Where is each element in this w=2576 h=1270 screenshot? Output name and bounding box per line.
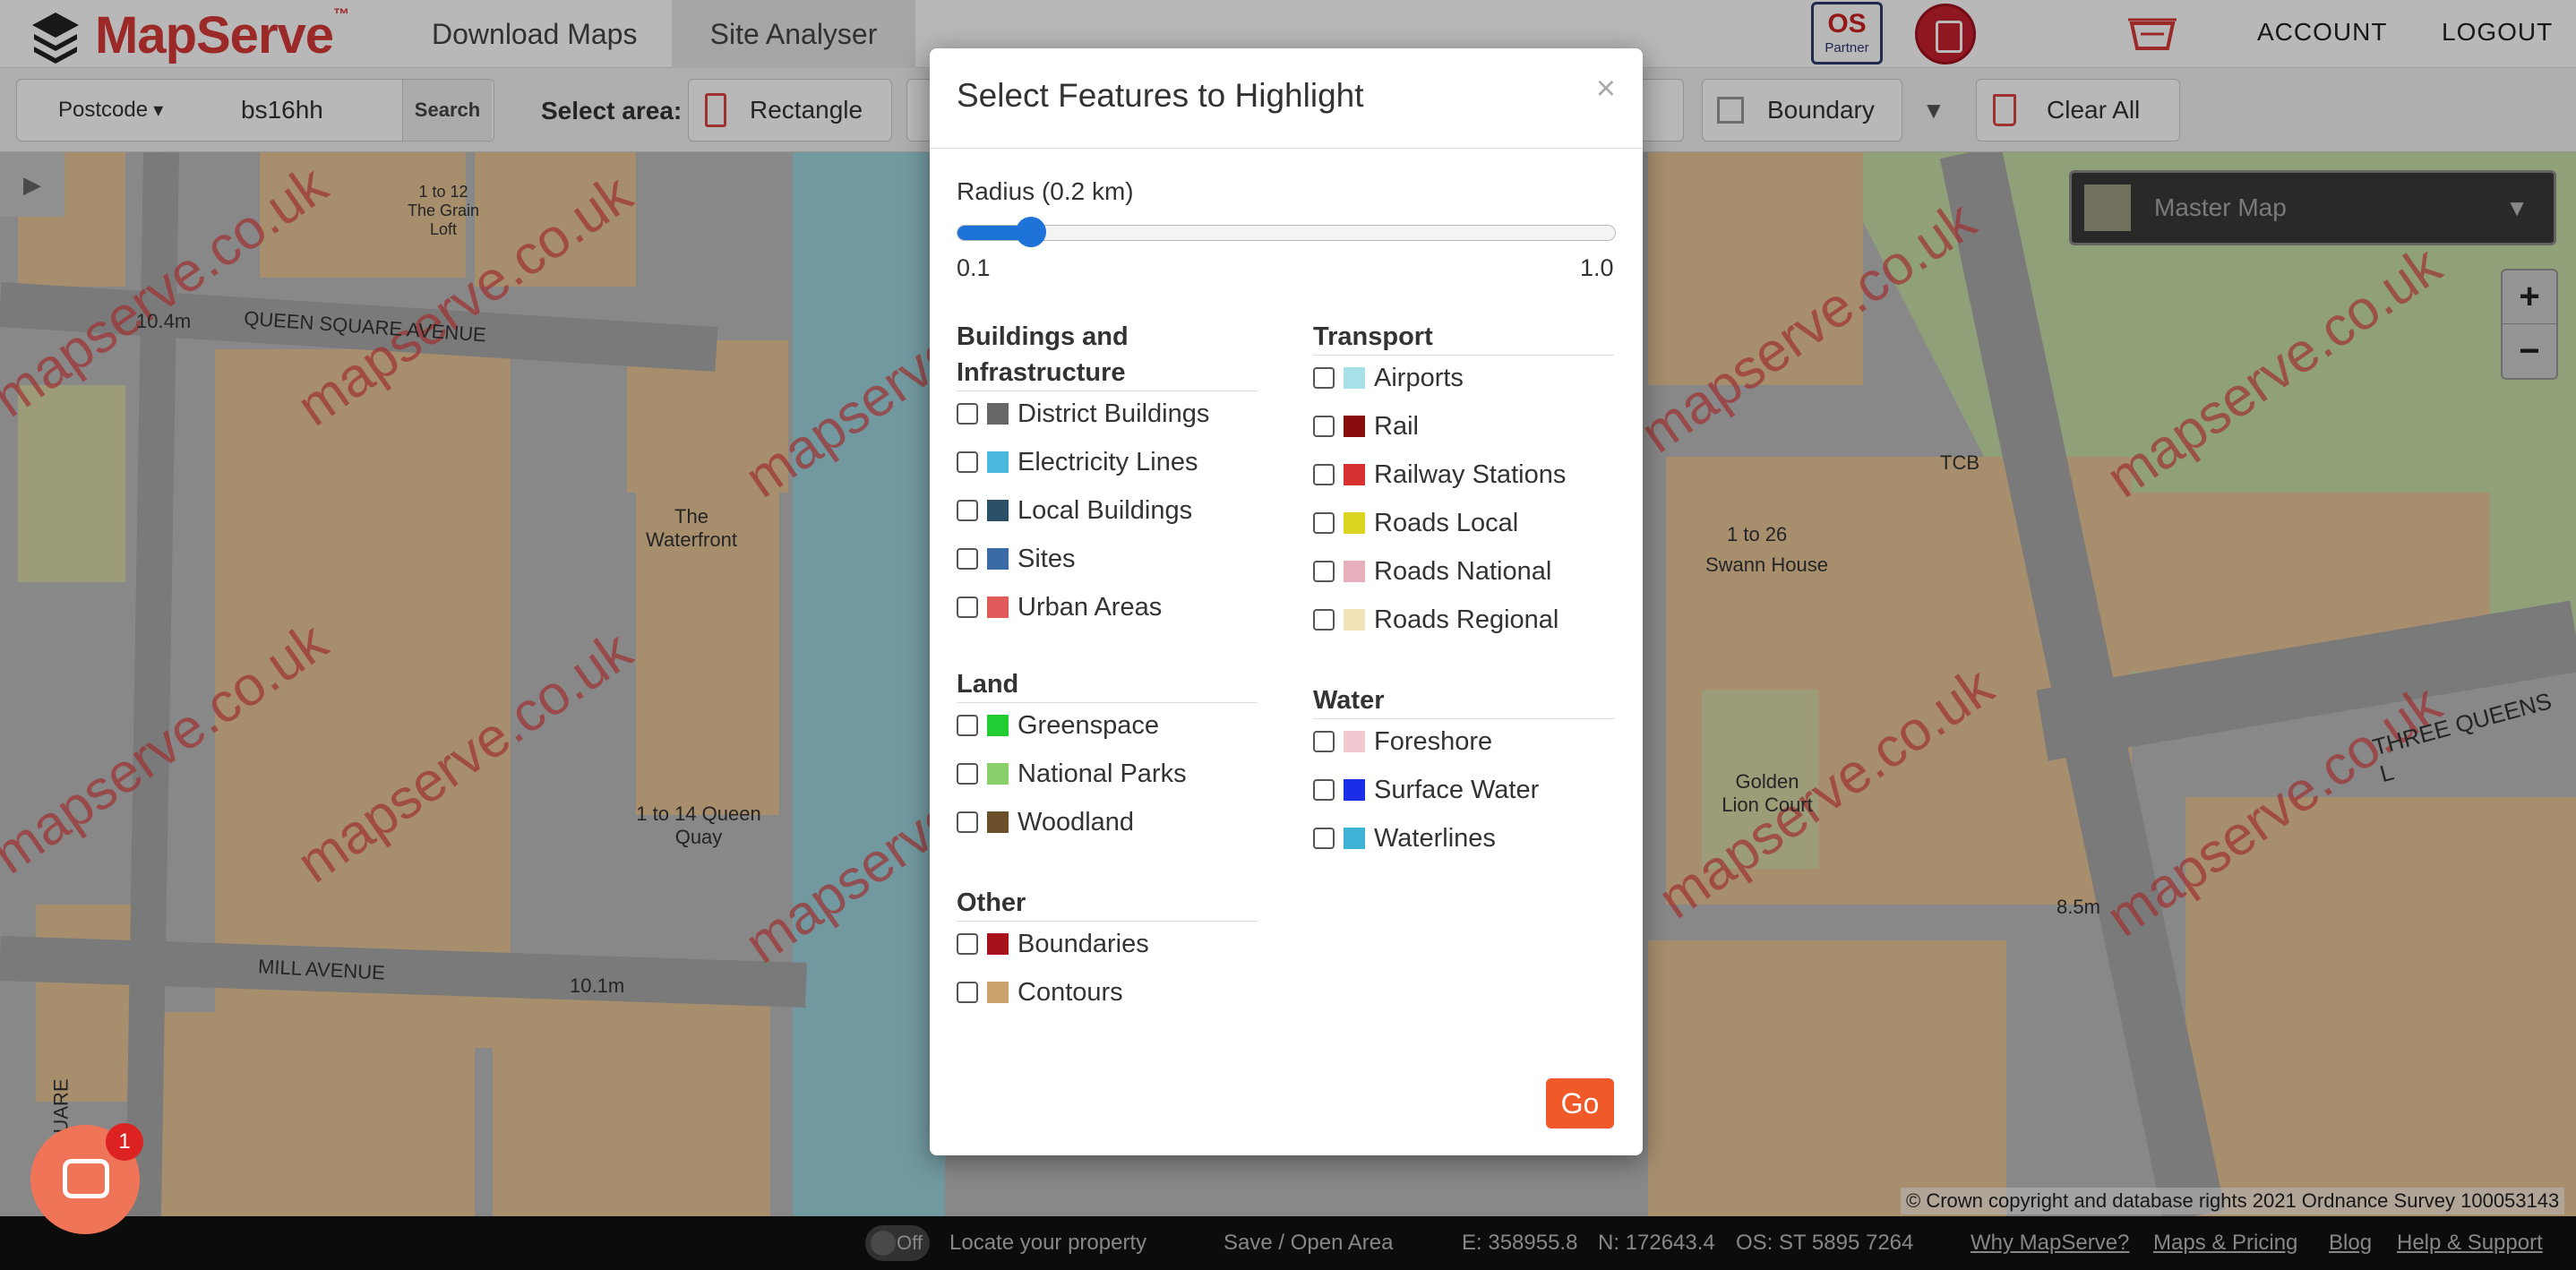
color-swatch: [987, 451, 1009, 473]
feature-label: Roads Regional: [1374, 605, 1559, 634]
color-swatch: [987, 500, 1009, 521]
feature-checkbox[interactable]: [957, 451, 978, 473]
feature-checkbox[interactable]: [1313, 779, 1335, 801]
close-icon[interactable]: ×: [1596, 70, 1616, 108]
feature-checkbox[interactable]: [957, 548, 978, 570]
feature-option-other[interactable]: Contours: [957, 974, 1123, 1010]
feature-label: Greenspace: [1018, 710, 1159, 740]
chat-icon: [63, 1159, 109, 1198]
feature-option-water[interactable]: Waterlines: [1313, 820, 1496, 856]
feature-option-transport[interactable]: Railway Stations: [1313, 457, 1566, 493]
feature-label: Sites: [1018, 544, 1076, 573]
feature-checkbox[interactable]: [957, 982, 978, 1003]
color-swatch: [1344, 779, 1365, 801]
color-swatch: [987, 763, 1009, 785]
feature-label: Rail: [1374, 411, 1419, 441]
feature-option-land[interactable]: National Parks: [957, 756, 1187, 792]
feature-checkbox[interactable]: [1313, 609, 1335, 631]
radius-max-label: 1.0: [1580, 254, 1614, 281]
feature-option-water[interactable]: Foreshore: [1313, 724, 1492, 759]
color-swatch: [987, 811, 1009, 833]
feature-label: Boundaries: [1018, 929, 1149, 958]
feature-option-transport[interactable]: Roads Regional: [1313, 602, 1558, 638]
feature-option-other[interactable]: Boundaries: [957, 926, 1149, 962]
feature-label: Airports: [1374, 363, 1464, 392]
feature-label: Roads National: [1374, 556, 1552, 586]
feature-option-transport[interactable]: Roads National: [1313, 553, 1551, 589]
feature-label: Foreshore: [1374, 726, 1493, 756]
modal-title: Select Features to Highlight: [957, 77, 1364, 114]
color-swatch: [1344, 416, 1365, 437]
feature-label: Waterlines: [1374, 823, 1496, 853]
feature-checkbox[interactable]: [957, 933, 978, 955]
feature-label: Railway Stations: [1374, 459, 1567, 489]
section-title-other: Other: [957, 885, 1258, 922]
feature-option-transport[interactable]: Airports: [1313, 360, 1464, 396]
color-swatch: [1344, 367, 1365, 389]
feature-label: Urban Areas: [1018, 592, 1163, 622]
select-features-modal: Select Features to Highlight × Radius (0…: [930, 48, 1643, 1155]
feature-label: Woodland: [1018, 807, 1135, 837]
feature-label: Local Buildings: [1018, 495, 1193, 525]
feature-option-land[interactable]: Greenspace: [957, 708, 1159, 743]
feature-option-buildings[interactable]: Urban Areas: [957, 589, 1162, 625]
feature-checkbox[interactable]: [957, 763, 978, 785]
go-button[interactable]: Go: [1546, 1078, 1614, 1128]
feature-label: National Parks: [1018, 759, 1187, 788]
color-swatch: [987, 596, 1009, 618]
radius-slider[interactable]: [957, 217, 1616, 247]
color-swatch: [987, 403, 1009, 425]
feature-option-land[interactable]: Woodland: [957, 804, 1134, 840]
feature-checkbox[interactable]: [1313, 367, 1335, 389]
color-swatch: [1344, 731, 1365, 752]
color-swatch: [1344, 828, 1365, 849]
radius-slider-thumb[interactable]: [1015, 217, 1046, 247]
feature-checkbox[interactable]: [1313, 731, 1335, 752]
feature-label: Electricity Lines: [1018, 447, 1198, 476]
color-swatch: [1344, 512, 1365, 534]
feature-option-buildings[interactable]: Sites: [957, 541, 1075, 577]
color-swatch: [987, 715, 1009, 736]
modal-header: Select Features to Highlight ×: [930, 48, 1643, 149]
feature-label: Contours: [1018, 977, 1123, 1007]
color-swatch: [1344, 609, 1365, 631]
feature-checkbox[interactable]: [957, 715, 978, 736]
feature-checkbox[interactable]: [1313, 416, 1335, 437]
feature-checkbox[interactable]: [1313, 464, 1335, 485]
feature-option-transport[interactable]: Rail: [1313, 408, 1419, 444]
color-swatch: [1344, 464, 1365, 485]
radius-label: Radius (0.2 km): [957, 177, 1134, 205]
feature-checkbox[interactable]: [1313, 512, 1335, 534]
color-swatch: [1344, 561, 1365, 582]
feature-checkbox[interactable]: [957, 500, 978, 521]
color-swatch: [987, 548, 1009, 570]
feature-option-buildings[interactable]: Local Buildings: [957, 493, 1192, 528]
feature-label: Roads Local: [1374, 508, 1519, 537]
color-swatch: [987, 933, 1009, 955]
feature-checkbox[interactable]: [1313, 828, 1335, 849]
feature-label: Surface Water: [1374, 775, 1540, 804]
feature-checkbox[interactable]: [957, 811, 978, 833]
color-swatch: [987, 982, 1009, 1003]
section-title-transport: Transport: [1313, 319, 1614, 356]
chat-unread-badge: 1: [106, 1123, 143, 1161]
feature-checkbox[interactable]: [957, 596, 978, 618]
feature-option-water[interactable]: Surface Water: [1313, 772, 1539, 808]
radius-min-label: 0.1: [957, 254, 991, 281]
feature-option-transport[interactable]: Roads Local: [1313, 505, 1518, 541]
feature-option-buildings[interactable]: Electricity Lines: [957, 444, 1198, 480]
feature-checkbox[interactable]: [1313, 561, 1335, 582]
section-title-buildings: Buildings and Infrastructure: [957, 319, 1258, 391]
section-title-land: Land: [957, 666, 1258, 703]
feature-label: District Buildings: [1018, 399, 1210, 428]
section-title-water: Water: [1313, 682, 1614, 719]
feature-option-buildings[interactable]: District Buildings: [957, 396, 1209, 432]
feature-checkbox[interactable]: [957, 403, 978, 425]
